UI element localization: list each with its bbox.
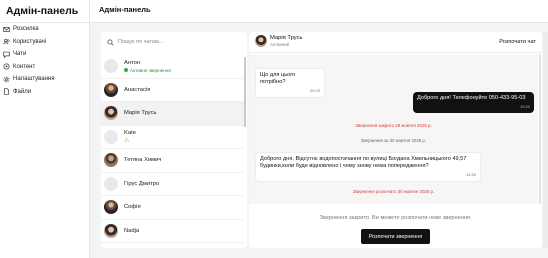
sidebar-item-mailing[interactable]: Розсилка: [0, 23, 89, 36]
contact-name: Марія Трусь: [270, 35, 303, 41]
warning-icon: ⚠: [124, 137, 130, 144]
system-message: Звернення закрито 29 жовтня 2025 р.: [355, 123, 432, 128]
content-icon: [3, 63, 10, 70]
chat-list-item[interactable]: Kate ⚠: [101, 126, 244, 149]
sidebar-item-files[interactable]: Файли: [0, 86, 89, 99]
chat-pane: Марія Трусь Активний Розпочати чат Що дл…: [249, 32, 542, 248]
sidebar-item-label: Чати: [13, 51, 27, 58]
chat-name: Тетяна Химич: [124, 157, 162, 164]
chat-name: Софія: [124, 204, 141, 211]
chat-list-item[interactable]: Тетяна Химич: [101, 149, 244, 173]
brand-title: Адмін-панель: [0, 0, 89, 23]
message-outgoing: Доброго дня! Телефонуйте 050-433-95-03 1…: [413, 92, 534, 113]
avatar: [104, 176, 118, 191]
status-dot-icon: [124, 68, 128, 73]
system-message: Звернення розпочато 30 жовтня 2025 р.: [352, 189, 435, 194]
file-icon: [3, 88, 10, 95]
avatar: [104, 59, 118, 74]
sidebar-item-label: Розсилка: [13, 26, 39, 33]
right-edge-scrollbar[interactable]: [543, 32, 548, 248]
search-placeholder: Пошук по чатам...: [118, 39, 164, 45]
chat-list-panel: Пошук по чатам... Антон Активне зверненн…: [101, 32, 247, 248]
message-text: Доброго дня. Відсутнє водопостачання по …: [260, 156, 467, 169]
chat-name: Гірус Дмитро: [124, 180, 160, 187]
closed-request-note: Звернення закрито. Ви можете розпочати н…: [319, 215, 472, 221]
sidebar-item-label: Користувачі: [13, 38, 47, 45]
message-incoming: Доброго дня. Відсутнє водопостачання по …: [255, 152, 481, 182]
system-message: Звернення за 30 жовтня 2025 р.: [360, 138, 427, 143]
chat-icon: [3, 51, 10, 58]
contact-info: Марія Трусь Активний: [270, 35, 303, 47]
chat-name: Анастасія: [124, 86, 151, 93]
sidebar-item-label: Файли: [13, 88, 32, 95]
sidebar-item-chats[interactable]: Чати: [0, 48, 89, 61]
start-chat-button[interactable]: Розпочати чат: [499, 39, 536, 45]
gear-icon: [3, 76, 10, 83]
sidebar-item-users[interactable]: Користувачі: [0, 36, 89, 49]
search-input[interactable]: Пошук по чатам...: [105, 36, 245, 48]
chat-list-item[interactable]: Гірус Дмитро: [101, 173, 244, 196]
chat-name: Kate: [124, 129, 136, 136]
message-time: 09:25: [309, 88, 320, 93]
chat-list-item[interactable]: Марія Трусь: [101, 102, 244, 126]
page-title: Адмін-панель: [99, 5, 151, 14]
avatar: [104, 153, 118, 168]
chat-list: Антон Активне звернення Анастасія Марія …: [101, 55, 244, 243]
message-time: 10:22: [519, 104, 530, 109]
avatar: [104, 129, 118, 144]
sidebar-item-content[interactable]: Контент: [0, 61, 89, 74]
message-incoming: Що для цього потрібно? 09:25: [255, 68, 325, 98]
avatar: [104, 106, 118, 121]
chat-list-item[interactable]: Антон Активне звернення: [101, 55, 244, 79]
chat-header: Марія Трусь Активний Розпочати чат: [249, 32, 542, 53]
contact-status: Активний: [270, 42, 290, 47]
avatar: [255, 35, 267, 47]
users-icon: [3, 38, 10, 45]
message-time: 14:55: [465, 172, 476, 177]
start-request-button[interactable]: Розпочати звернення: [361, 229, 430, 244]
chat-name: Nadja: [124, 227, 140, 234]
avatar: [104, 200, 118, 215]
sidebar-item-label: Налаштування: [13, 76, 55, 83]
active-status: Активне звернення: [124, 68, 171, 73]
mail-icon: [3, 26, 10, 33]
chat-list-item[interactable]: Nadja: [101, 220, 244, 243]
avatar: [104, 82, 118, 97]
message-text: Доброго дня! Телефонуйте 050-433-95-03: [417, 95, 526, 101]
chat-list-item[interactable]: Анастасія: [101, 79, 244, 102]
chat-list-scrollbar[interactable]: [244, 57, 246, 127]
message-scrollbar[interactable]: [539, 54, 541, 204]
avatar: [104, 223, 118, 238]
message-list: Що для цього потрібно? 09:25 Доброго дня…: [249, 54, 538, 204]
chat-name: Антон: [124, 59, 141, 66]
chat-name: Марія Трусь: [124, 110, 157, 117]
top-header: Адмін-панель: [90, 0, 548, 23]
message-text: Що для цього потрібно?: [260, 72, 296, 85]
sidebar-item-label: Контент: [13, 63, 36, 70]
search-icon: [107, 38, 114, 46]
chat-list-item[interactable]: Софія: [101, 196, 244, 220]
sidebar-nav: Розсилка Користувачі Чати Контент Налашт…: [0, 23, 89, 98]
sidebar-item-settings[interactable]: Налаштування: [0, 73, 89, 86]
sidebar: Адмін-панель Розсилка Користувачі Чати К…: [0, 0, 90, 258]
